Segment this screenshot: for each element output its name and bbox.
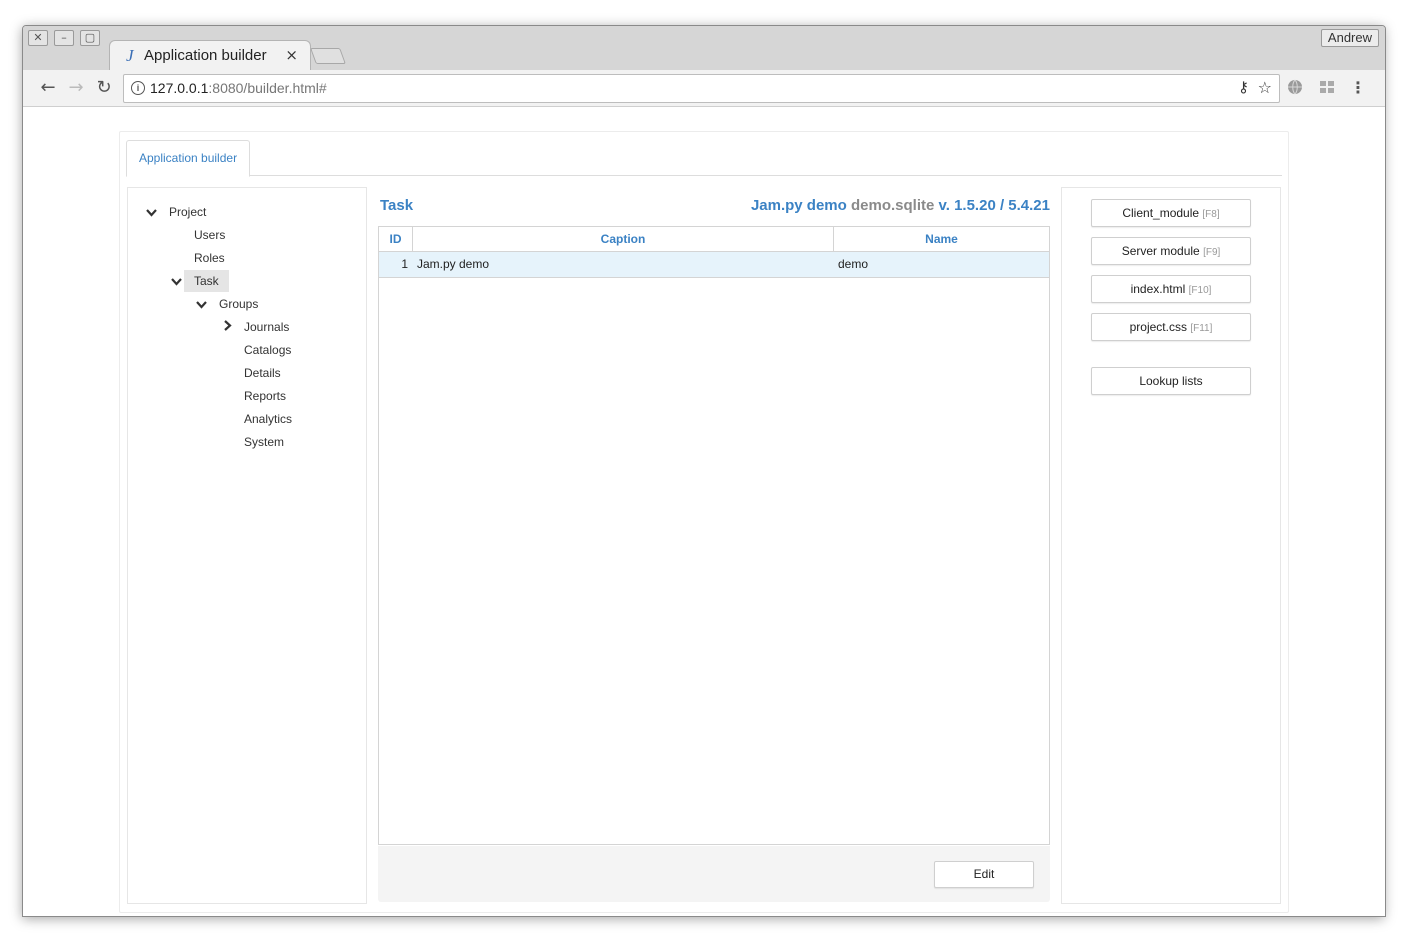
jam-favicon-icon: J [126, 46, 134, 65]
info-icon[interactable]: i [131, 81, 145, 95]
task-panel: Task Jam.py demo demo.sqlite v. 1.5.20 /… [378, 187, 1050, 904]
page-content: Application builder Project Users Roles … [23, 107, 1385, 916]
tree-item-users[interactable]: Users [194, 224, 225, 246]
tree-item-journals[interactable]: Journals [244, 316, 289, 338]
client-module-button[interactable]: Client_module [F8] [1091, 199, 1251, 227]
extension-icon[interactable] [1319, 79, 1335, 95]
new-tab-button[interactable] [310, 48, 346, 64]
back-arrow-icon[interactable]: ← [37, 77, 59, 99]
tree-item-task[interactable]: Task [184, 270, 229, 292]
project-tree: Project Users Roles Task Groups Journals… [127, 187, 367, 904]
task-table: ID Caption Name 1 Jam.py demo demo [378, 226, 1050, 845]
app-info: Jam.py demo demo.sqlite v. 1.5.20 / 5.4.… [751, 197, 1050, 214]
maximize-icon[interactable]: ▢ [80, 30, 100, 46]
tree-item-details[interactable]: Details [244, 362, 281, 384]
table-row[interactable]: 1 Jam.py demo demo [379, 252, 1049, 278]
index-html-button[interactable]: index.html [F10] [1091, 275, 1251, 303]
column-header-name[interactable]: Name [834, 227, 1049, 251]
title-bar: ✕ – ▢ J Application builder × Andrew [23, 26, 1385, 71]
db-name: demo.sqlite [850, 197, 935, 214]
browser-window: ✕ – ▢ J Application builder × Andrew ← →… [22, 25, 1386, 917]
table-header: ID Caption Name [379, 227, 1049, 252]
cell-name[interactable]: demo [838, 252, 868, 277]
profile-name[interactable]: Andrew [1320, 29, 1379, 47]
browser-toolbar: ← → ↻ i 127.0.0.1:8080/builder.html# ⚷ ☆… [23, 70, 1385, 107]
builder-container: Application builder Project Users Roles … [119, 131, 1289, 913]
tree-item-roles[interactable]: Roles [194, 247, 225, 269]
chevron-down-icon[interactable] [171, 275, 182, 289]
tab-application-builder[interactable]: Application builder [126, 140, 251, 177]
table-footer: Edit [378, 846, 1050, 902]
column-header-id[interactable]: ID [379, 227, 412, 251]
tree-item-groups[interactable]: Groups [219, 293, 258, 315]
tree-item-project[interactable]: Project [169, 201, 206, 223]
server-module-button[interactable]: Server module [F9] [1091, 237, 1251, 265]
browser-tab[interactable]: J Application builder × [109, 40, 311, 71]
tree-item-system[interactable]: System [244, 431, 284, 453]
reload-icon[interactable]: ↻ [93, 77, 115, 99]
tree-item-analytics[interactable]: Analytics [244, 408, 292, 430]
app-name: Jam.py demo [750, 197, 847, 214]
menu-icon[interactable]: ⋮ [1347, 77, 1369, 99]
edit-button[interactable]: Edit [934, 861, 1034, 888]
url-text[interactable]: 127.0.0.1:8080/builder.html# [150, 80, 327, 96]
address-bar[interactable]: i 127.0.0.1:8080/builder.html# ⚷ ☆ [123, 74, 1280, 103]
project-css-button[interactable]: project.css [F11] [1091, 313, 1251, 341]
tree-item-reports[interactable]: Reports [244, 385, 286, 407]
chevron-down-icon[interactable] [146, 206, 157, 220]
version: v. 1.5.20 / 5.4.21 [938, 197, 1050, 214]
tree-item-catalogs[interactable]: Catalogs [244, 339, 291, 361]
chevron-right-icon[interactable] [224, 320, 232, 334]
star-icon[interactable]: ☆ [1258, 78, 1272, 97]
lookup-lists-button[interactable]: Lookup lists [1091, 367, 1251, 395]
minimize-icon[interactable]: – [54, 30, 74, 46]
forward-arrow-icon[interactable]: → [65, 77, 87, 99]
cell-caption[interactable]: Jam.py demo [417, 252, 489, 277]
key-icon[interactable]: ⚷ [1238, 78, 1249, 96]
column-header-caption[interactable]: Caption [413, 227, 833, 251]
tab-close-icon[interactable]: × [285, 46, 298, 64]
actions-panel: Client_module [F8] Server module [F9] in… [1061, 187, 1281, 904]
globe-icon[interactable] [1287, 79, 1303, 95]
close-window-icon[interactable]: ✕ [28, 30, 48, 46]
chevron-down-icon[interactable] [196, 298, 207, 312]
cell-id[interactable]: 1 [379, 252, 408, 277]
page-title: Task [380, 197, 414, 214]
tab-title: Application builder [144, 47, 267, 64]
page-tabs: Application builder [126, 140, 1282, 177]
